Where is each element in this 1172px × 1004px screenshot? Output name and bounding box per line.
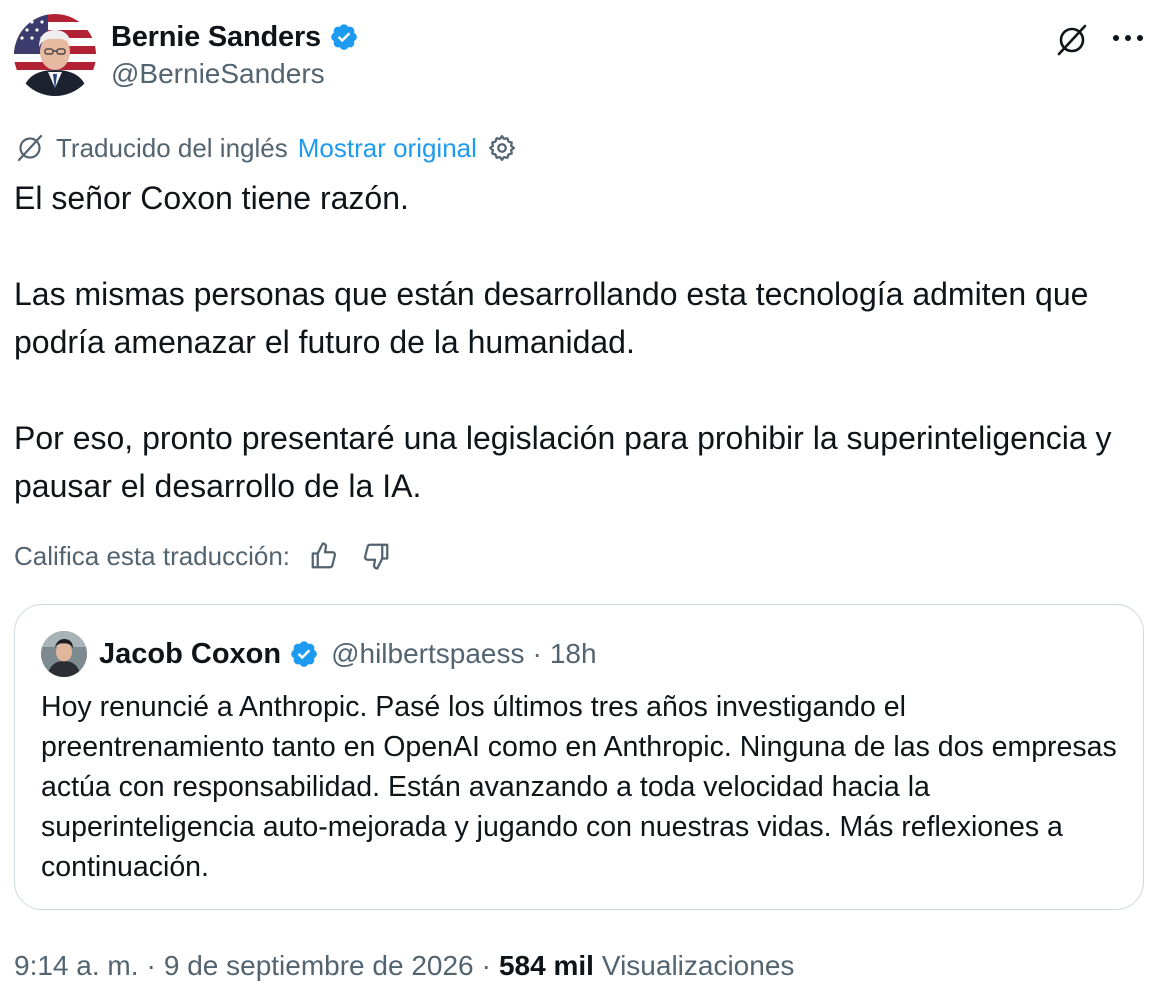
tweet-paragraph: Por eso, pronto presentaré una legislaci…: [14, 420, 1112, 504]
author-name-row: Bernie Sanders: [111, 18, 359, 56]
quoted-author-handle[interactable]: @hilbertspaess: [331, 638, 524, 670]
tweet-date[interactable]: 9 de septiembre de 2026: [164, 950, 474, 982]
rate-translation-label: Califica esta traducción:: [14, 540, 291, 571]
avatar-image: [14, 14, 96, 96]
author-avatar[interactable]: [14, 14, 96, 96]
tweet-text: El señor Coxon tiene razón. Las mismas p…: [14, 174, 1154, 510]
show-original-link[interactable]: Mostrar original: [298, 133, 477, 164]
tweet-paragraph: El señor Coxon tiene razón.: [14, 180, 409, 216]
author-display-name[interactable]: Bernie Sanders: [111, 21, 321, 54]
tweet-paragraph: Las mismas personas que están desarrolla…: [14, 276, 1089, 360]
thumbs-up-icon[interactable]: [306, 538, 342, 574]
verified-badge-icon: [329, 22, 359, 52]
tweet-meta: 9:14 a. m. · 9 de septiembre de 2026 · 5…: [14, 944, 794, 988]
thumbs-down-icon[interactable]: [358, 538, 394, 574]
tweet-time[interactable]: 9:14 a. m.: [14, 950, 139, 982]
quoted-author-name[interactable]: Jacob Coxon: [99, 638, 281, 671]
verified-badge-icon: [289, 639, 319, 669]
rate-translation-row: Califica esta traducción:: [14, 534, 394, 578]
translation-bar: Traducido del inglés Mostrar original: [14, 128, 517, 168]
separator-dot: ·: [481, 950, 491, 981]
quoted-tweet-time[interactable]: 18h: [550, 638, 597, 670]
separator-dot: ·: [146, 950, 156, 981]
translate-slash-icon[interactable]: [1052, 20, 1092, 60]
quoted-tweet-card[interactable]: Jacob Coxon @hilbertspaess · 18h Hoy ren…: [14, 604, 1144, 910]
separator-dot: ·: [532, 638, 542, 669]
translate-slash-icon: [14, 132, 46, 164]
more-horizontal-icon[interactable]: [1106, 18, 1150, 58]
views-label: Visualizaciones: [601, 950, 795, 981]
quoted-author-avatar[interactable]: [41, 631, 87, 677]
gear-icon[interactable]: [487, 133, 517, 163]
quoted-tweet-header: Jacob Coxon @hilbertspaess · 18h: [41, 631, 597, 677]
views-count: 584 mil: [498, 950, 594, 981]
author-handle[interactable]: @BernieSanders: [111, 58, 325, 90]
quoted-tweet-text: Hoy renuncié a Anthropic. Pasé los últim…: [41, 691, 1117, 883]
translation-label: Traducido del inglés: [56, 132, 288, 163]
